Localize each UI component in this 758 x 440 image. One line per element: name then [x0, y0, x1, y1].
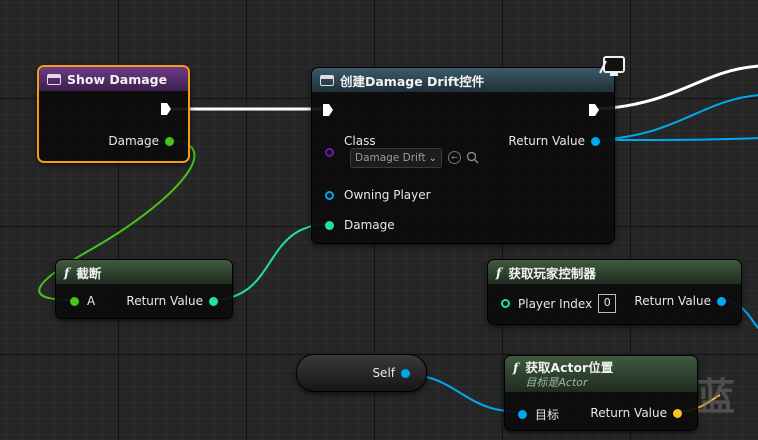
class-dropdown[interactable]: Damage Drift ⌄	[350, 148, 442, 168]
return-value-label: Return Value	[590, 406, 667, 420]
object-wire-return-1[interactable]	[597, 94, 758, 141]
damage-pin-label: Damage	[344, 218, 395, 232]
get-player-controller-header[interactable]: f 获取玩家控制器	[488, 260, 741, 284]
function-icon: f	[496, 264, 502, 280]
self-node[interactable]: Self	[296, 354, 427, 392]
browse-search-icon[interactable]	[466, 151, 479, 164]
damage-pin-label: Damage	[108, 134, 159, 148]
self-label: Self	[372, 366, 395, 380]
create-widget-exec-out[interactable]	[589, 104, 599, 116]
return-value-label: Return Value	[126, 294, 203, 308]
get-player-controller-node[interactable]: f 获取玩家控制器 Player Index 0 Return Value	[487, 259, 742, 325]
show-damage-header[interactable]: Show Damage	[39, 67, 188, 91]
chevron-down-icon: ⌄	[428, 152, 437, 164]
target-label: 目标	[535, 408, 560, 422]
get-actor-location-title: 获取Actor位置	[525, 360, 614, 375]
return-value-label: Return Value	[634, 294, 711, 308]
get-player-controller-title: 获取玩家控制器	[508, 265, 596, 281]
object-pin-icon[interactable]	[401, 368, 410, 378]
integer-pin-icon[interactable]	[209, 296, 218, 306]
monitor-icon	[599, 56, 625, 76]
event-icon	[47, 73, 61, 85]
get-actor-location-return-pin[interactable]: Return Value	[590, 406, 682, 420]
truncate-header[interactable]: f 截断	[56, 260, 232, 284]
show-damage-exec-out[interactable]	[161, 103, 171, 115]
get-actor-location-header[interactable]: f 获取Actor位置 目标是Actor	[505, 356, 697, 392]
a-pin-label: A	[87, 294, 96, 308]
integer-pin-icon[interactable]	[325, 220, 334, 230]
vector-pin-icon[interactable]	[673, 408, 682, 418]
create-widget-return-pin[interactable]: Return Value	[508, 134, 600, 148]
float-pin-icon[interactable]	[70, 296, 79, 306]
float-pin-icon[interactable]	[165, 136, 174, 146]
owning-player-pin[interactable]: Owning Player	[325, 188, 431, 202]
object-wire-return-2[interactable]	[597, 137, 758, 141]
owning-player-label: Owning Player	[344, 188, 431, 202]
create-widget-title: 创建Damage Drift控件	[340, 73, 485, 89]
get-player-controller-return-pin[interactable]: Return Value	[634, 294, 726, 308]
create-widget-node[interactable]: 创建Damage Drift控件 Class Damage Drift ⌄ ← …	[311, 67, 615, 244]
function-icon: f	[513, 360, 519, 375]
integer-pin-icon[interactable]	[501, 299, 510, 308]
search-icon	[466, 151, 479, 164]
create-widget-header[interactable]: 创建Damage Drift控件	[312, 68, 614, 92]
truncate-title: 截断	[76, 265, 102, 281]
get-actor-location-node[interactable]: f 获取Actor位置 目标是Actor 目标 Return Value	[504, 355, 698, 431]
show-damage-damage-pin[interactable]: Damage	[108, 134, 174, 148]
use-selected-icon[interactable]: ←	[448, 151, 461, 164]
function-icon: f	[64, 264, 70, 280]
truncate-node[interactable]: f 截断 A Return Value	[55, 259, 233, 319]
class-pin[interactable]	[325, 148, 334, 157]
self-pin[interactable]: Self	[372, 366, 410, 380]
exec-in-pin-icon[interactable]	[323, 104, 333, 116]
class-dropdown-value: Damage Drift	[355, 152, 426, 164]
get-actor-location-title-group: 获取Actor位置 目标是Actor	[525, 360, 613, 390]
player-index-label: Player Index	[518, 296, 593, 311]
show-damage-node[interactable]: Show Damage Damage	[37, 65, 190, 163]
player-index-pin[interactable]: Player Index 0	[501, 294, 617, 313]
watermark-text: 蓝	[697, 375, 736, 419]
exec-out-pin-icon[interactable]	[161, 103, 171, 115]
exec-out-pin-icon[interactable]	[589, 104, 599, 116]
widget-icon	[320, 74, 334, 86]
truncate-return-pin[interactable]: Return Value	[126, 294, 218, 308]
player-index-input[interactable]: 0	[598, 294, 617, 313]
show-damage-title: Show Damage	[67, 71, 168, 87]
target-pin[interactable]: 目标	[518, 406, 559, 423]
object-pin-icon[interactable]	[717, 296, 726, 306]
get-actor-location-subtitle: 目标是Actor	[525, 376, 588, 389]
class-pin-label-row: Class	[344, 134, 376, 148]
truncate-a-pin[interactable]: A	[70, 294, 95, 308]
object-pin-icon[interactable]	[518, 410, 527, 419]
object-pin-icon[interactable]	[591, 136, 600, 146]
return-value-label: Return Value	[508, 134, 585, 148]
create-widget-damage-pin[interactable]: Damage	[325, 218, 395, 232]
class-pin-label: Class	[344, 134, 376, 148]
class-pin-icon[interactable]	[325, 148, 334, 157]
create-widget-exec-in[interactable]	[323, 104, 333, 116]
object-pin-icon[interactable]	[325, 190, 334, 200]
